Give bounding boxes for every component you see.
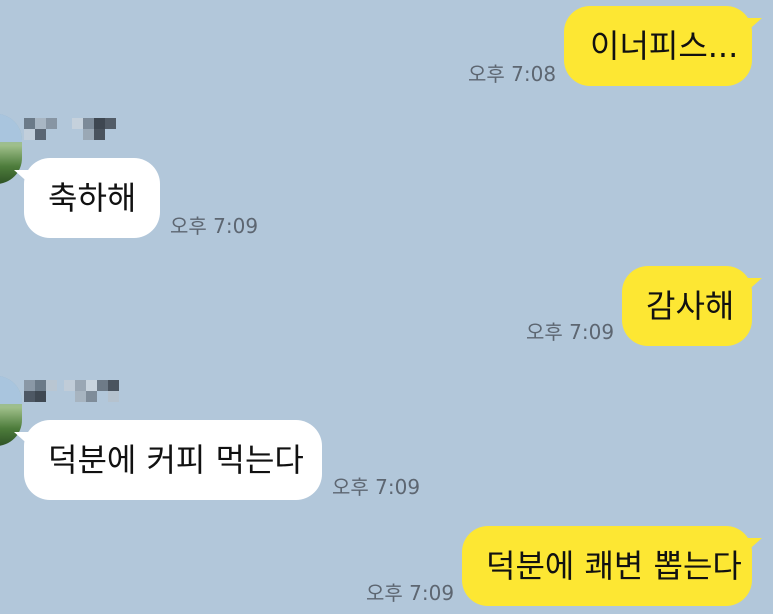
message-timestamp: 오후 7:09 xyxy=(366,581,455,605)
message-bubble-received[interactable]: 덕분에 커피 먹는다 xyxy=(14,420,322,500)
message-text: 이너피스... xyxy=(590,27,739,65)
avatar-sky xyxy=(0,376,22,404)
message-bubble-received[interactable]: 축하해 xyxy=(14,158,160,238)
message-text: 축하해 xyxy=(48,179,137,217)
message-bubble-sent[interactable]: 덕분에 쾌변 뽑는다 xyxy=(462,526,762,606)
message-timestamp: 오후 7:09 xyxy=(170,214,259,238)
message-timestamp: 오후 7:09 xyxy=(332,475,421,499)
message-bubble-sent[interactable]: 감사해 xyxy=(622,266,762,346)
pixelated-name-icon xyxy=(24,118,116,140)
avatar-sky xyxy=(0,114,22,142)
message-timestamp: 오후 7:08 xyxy=(468,62,557,86)
message-text: 감사해 xyxy=(646,287,735,325)
message-text: 덕분에 쾌변 뽑는다 xyxy=(486,547,742,585)
sender-name-pixelated xyxy=(24,118,119,140)
message-bubble-sent[interactable]: 이너피스... xyxy=(564,6,762,86)
message-timestamp: 오후 7:09 xyxy=(526,320,615,344)
message-text: 덕분에 커피 먹는다 xyxy=(48,441,304,479)
chat-area[interactable]: 이너피스... 오후 7:08 축하해 오후 7:09 감사해 오후 7:09 xyxy=(0,0,773,614)
pixelated-name-icon xyxy=(24,380,119,402)
sender-name-pixelated xyxy=(24,380,119,402)
